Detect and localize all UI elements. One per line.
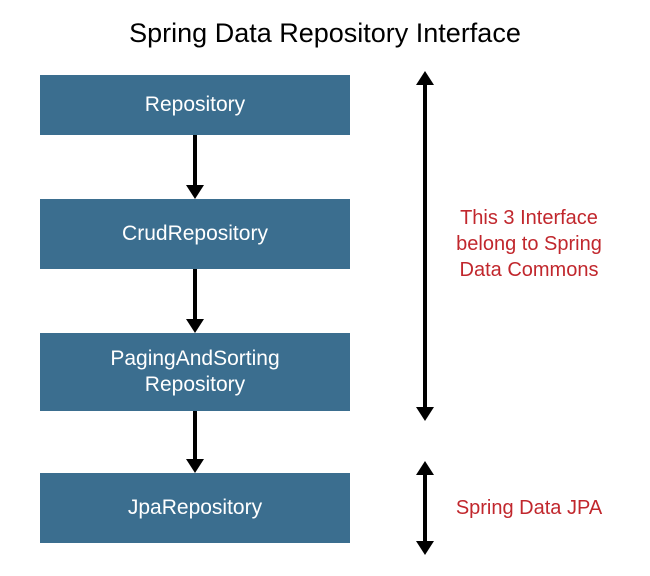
annotation-jpa: Spring Data JPA — [444, 495, 614, 521]
bracket-arrow-icon — [420, 473, 430, 545]
box-repository: Repository — [40, 75, 350, 135]
annotation-commons-line2: belong to Spring — [444, 231, 614, 257]
annotation-commons-line1: This 3 Interface — [444, 205, 614, 231]
arrow-down-icon — [190, 411, 200, 473]
paging-line2: Repository — [110, 372, 279, 398]
box-pagingandsorting: PagingAndSorting Repository — [40, 333, 350, 411]
arrow-down-icon — [190, 269, 200, 333]
box-repository-label: Repository — [145, 92, 245, 118]
diagram-canvas: Repository CrudRepository PagingAndSorti… — [40, 75, 610, 555]
arrow-down-icon — [190, 135, 200, 199]
box-jparepository: JpaRepository — [40, 473, 350, 543]
box-pagingandsorting-label: PagingAndSorting Repository — [110, 346, 279, 399]
box-jparepository-label: JpaRepository — [128, 495, 262, 521]
paging-line1: PagingAndSorting — [110, 346, 279, 372]
annotation-commons: This 3 Interface belong to Spring Data C… — [444, 205, 614, 283]
bracket-arrow-icon — [420, 83, 430, 411]
annotation-jpa-text: Spring Data JPA — [456, 497, 602, 519]
box-crudrepository-label: CrudRepository — [122, 221, 268, 247]
diagram-title: Spring Data Repository Interface — [0, 0, 650, 59]
box-crudrepository: CrudRepository — [40, 199, 350, 269]
annotation-commons-line3: Data Commons — [444, 257, 614, 283]
